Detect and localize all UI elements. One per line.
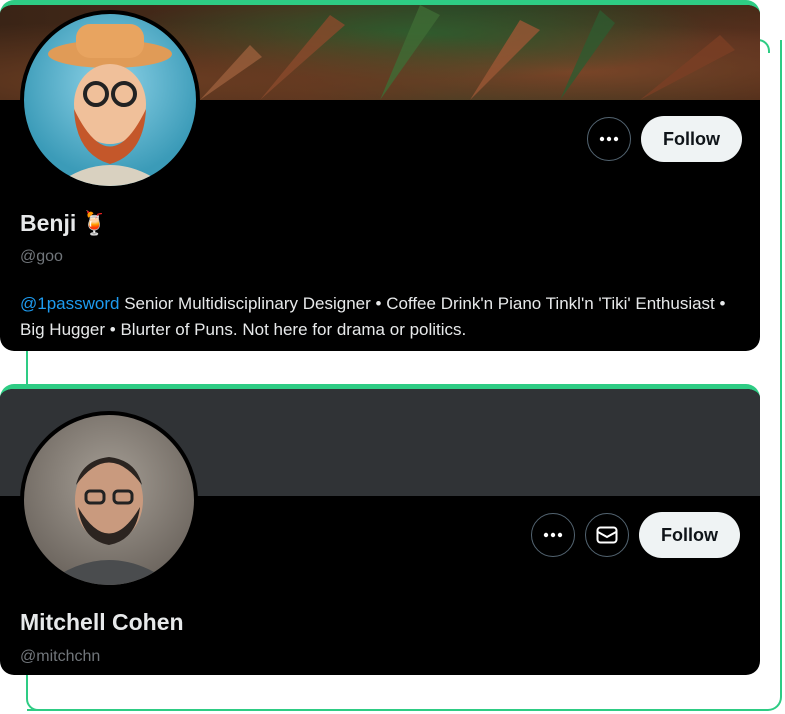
follow-button[interactable]: Follow [639, 512, 740, 558]
bio-text: Senior Multidisciplinary Designer • Coff… [20, 294, 726, 339]
avatar-photo [44, 457, 174, 585]
display-name: Mitchell Cohen [20, 609, 184, 636]
profile-bio: @1password Senior Multidisciplinary Desi… [20, 291, 750, 343]
more-icon [543, 532, 563, 538]
display-name-text: Benji [20, 210, 77, 236]
more-icon [599, 136, 619, 142]
more-options-button[interactable] [531, 513, 575, 557]
display-name: Benji 🍹 [20, 210, 109, 237]
avatar[interactable] [20, 10, 200, 190]
username-handle: @mitchchn [20, 648, 101, 665]
avatar[interactable] [20, 411, 198, 589]
username-handle: @goo [20, 248, 63, 265]
display-name-text: Mitchell Cohen [20, 609, 184, 635]
tropical-drink-emoji: 🍹 [80, 210, 109, 236]
follow-button[interactable]: Follow [641, 116, 742, 162]
profile-card-mitchell: Follow Mitchell Cohen @mitchchn [0, 384, 760, 675]
profile-card-benji: Follow Benji 🍹 @goo @1password Senior Mu… [0, 0, 760, 351]
message-button[interactable] [585, 513, 629, 557]
more-options-button[interactable] [587, 117, 631, 161]
bio-mention-link[interactable]: @1password [20, 294, 119, 313]
mail-icon [596, 526, 618, 544]
avatar-illustration [48, 24, 172, 186]
